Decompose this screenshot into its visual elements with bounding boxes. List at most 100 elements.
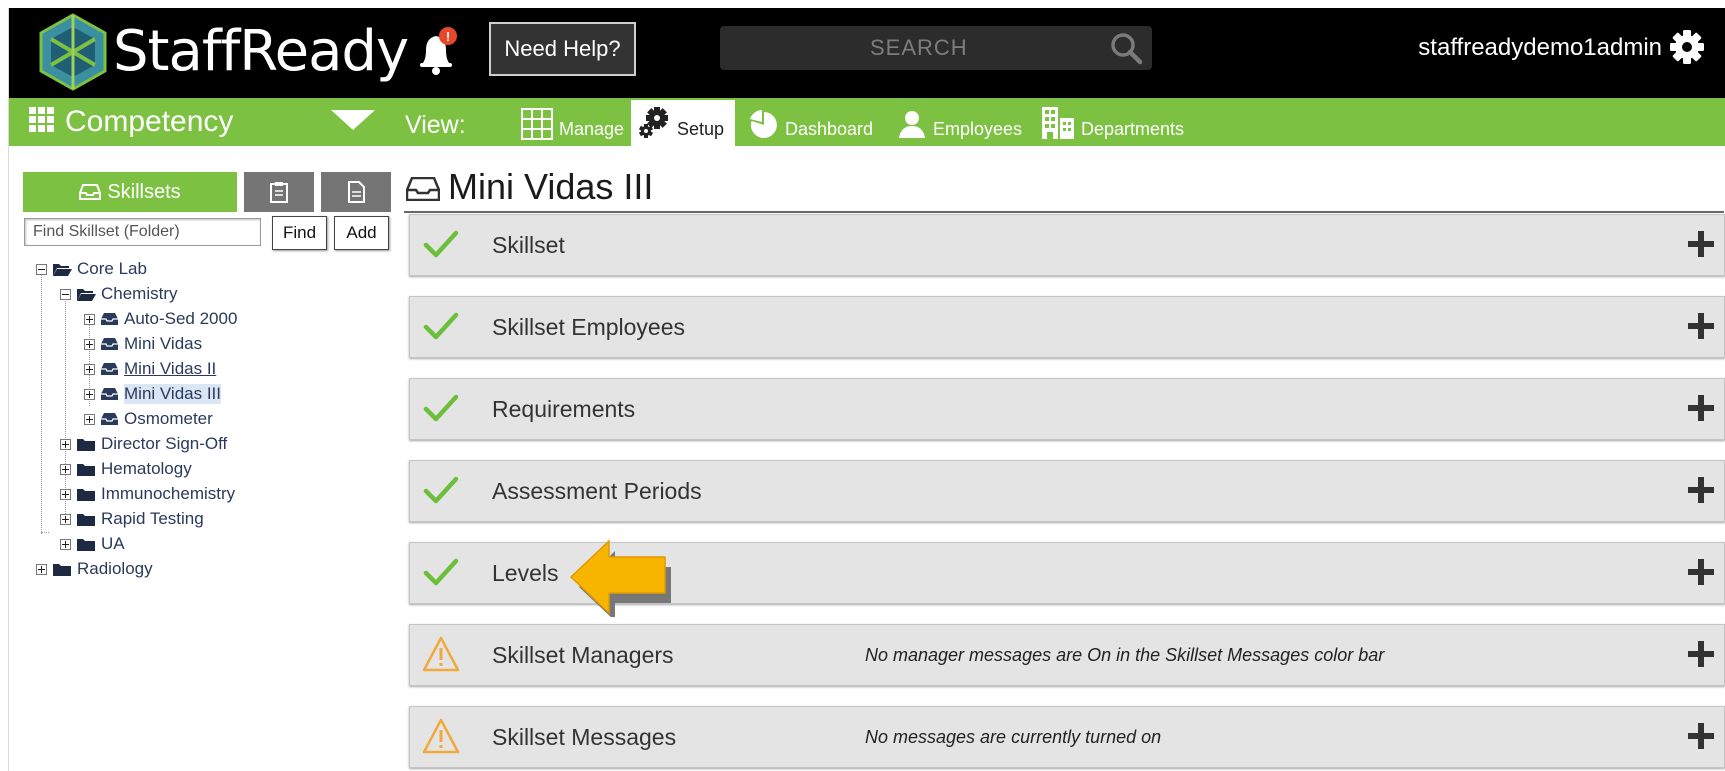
tab-setup[interactable]: Setup: [631, 100, 735, 146]
find-button[interactable]: Find: [272, 216, 327, 250]
tree-item-radiology[interactable]: Radiology: [36, 558, 153, 580]
inbox-icon: [79, 184, 102, 200]
folder-icon: [53, 563, 71, 576]
expand-plus-icon[interactable]: [1688, 475, 1714, 505]
expand-icon[interactable]: [84, 363, 95, 375]
expand-icon[interactable]: [84, 338, 95, 350]
inbox-icon: [101, 338, 118, 350]
search-input[interactable]: SEARCH: [870, 26, 968, 70]
grid-icon: [521, 108, 553, 140]
tree-item-label: Mini Vidas III: [124, 384, 222, 404]
section-assessment-periods[interactable]: Assessment Periods: [409, 460, 1725, 522]
tree-item-label: Core Lab: [77, 259, 147, 278]
clipboard-tab[interactable]: [244, 172, 314, 212]
tree-item-label: Chemistry: [101, 284, 178, 303]
tab-dashboard-label: Dashboard: [785, 119, 874, 139]
tab-employees[interactable]: Employees: [889, 100, 1031, 146]
tree-item-mini-vidas-iii[interactable]: Mini Vidas III: [84, 383, 222, 405]
add-button[interactable]: Add: [334, 216, 389, 250]
logo-text[interactable]: StaffReady: [113, 20, 409, 84]
section-title: Skillset Messages: [492, 724, 677, 750]
tree-item-osmometer[interactable]: Osmometer: [84, 408, 213, 430]
view-label: View:: [405, 111, 466, 139]
expand-plus-icon[interactable]: [1688, 229, 1714, 259]
folder-icon: [77, 488, 95, 501]
section-skillset-messages[interactable]: Skillset Messages No messages are current…: [409, 706, 1725, 768]
expand-icon[interactable]: [60, 538, 71, 550]
tree-item-auto-sed-2000[interactable]: Auto-Sed 2000: [84, 308, 237, 330]
collapse-icon[interactable]: [60, 288, 71, 300]
search-icon[interactable]: [1108, 30, 1144, 66]
section-skillset-employees[interactable]: Skillset Employees: [409, 296, 1725, 358]
document-icon: [348, 181, 365, 203]
expand-plus-icon[interactable]: [1688, 721, 1714, 751]
folder-icon: [77, 513, 95, 526]
apps-grid-icon[interactable]: [29, 107, 55, 133]
section-note: No manager messages are On in the Skills…: [865, 645, 1385, 665]
tree-item-mini-vidas[interactable]: Mini Vidas: [84, 333, 202, 355]
folder-open-icon: [53, 263, 72, 276]
tree-item-mini-vidas-ii[interactable]: Mini Vidas II: [84, 358, 216, 380]
expand-icon[interactable]: [60, 513, 71, 525]
inbox-icon: [101, 313, 118, 325]
expand-icon[interactable]: [60, 438, 71, 450]
warning-icon: [422, 636, 460, 672]
section-skillset-managers[interactable]: Skillset Managers No manager messages are…: [409, 624, 1725, 686]
tree-item-rapid-testing[interactable]: Rapid Testing: [60, 508, 204, 530]
find-skillset-input[interactable]: [24, 218, 261, 246]
tree-item-label: Radiology: [77, 559, 153, 578]
collapse-icon[interactable]: [36, 263, 47, 275]
tree-item-label: UA: [101, 534, 125, 553]
inbox-icon: [101, 363, 118, 375]
tree-item-chemistry[interactable]: Chemistry: [60, 283, 178, 305]
notification-badge: !: [446, 29, 450, 44]
tab-manage[interactable]: Manage: [513, 100, 631, 146]
pointer-arrow-icon: [569, 539, 671, 617]
expand-plus-icon[interactable]: [1688, 393, 1714, 423]
section-note: No messages are currently turned on: [865, 727, 1162, 747]
check-icon: [423, 230, 459, 258]
tree-item-ua[interactable]: UA: [60, 533, 125, 555]
folder-icon: [77, 463, 95, 476]
username[interactable]: staffreadydemo1admin: [1418, 28, 1662, 68]
expand-icon[interactable]: [84, 313, 95, 325]
expand-icon[interactable]: [60, 463, 71, 475]
check-icon: [423, 312, 459, 340]
tab-employees-label: Employees: [933, 119, 1023, 139]
app-title[interactable]: Competency: [65, 102, 233, 142]
expand-icon[interactable]: [84, 413, 95, 425]
tree-item-label: Director Sign-Off: [101, 434, 228, 453]
inbox-icon: [101, 413, 118, 425]
tree-item-label: Hematology: [101, 459, 192, 478]
inbox-icon: [406, 177, 440, 201]
gear-icon[interactable]: [1668, 28, 1706, 66]
section-title: Assessment Periods: [492, 478, 702, 504]
app-dropdown-icon[interactable]: [331, 110, 375, 130]
nav-bar: Competency View: Manage Setup Dashboard …: [9, 98, 1725, 146]
expand-plus-icon[interactable]: [1688, 311, 1714, 341]
expand-icon[interactable]: [36, 563, 47, 575]
expand-plus-icon[interactable]: [1688, 557, 1714, 587]
tab-departments[interactable]: Departments: [1033, 100, 1203, 146]
tree-item-director-sign-off[interactable]: Director Sign-Off: [60, 433, 227, 455]
tab-dashboard[interactable]: Dashboard: [741, 100, 881, 146]
tree-item-immunochemistry[interactable]: Immunochemistry: [60, 483, 235, 505]
expand-icon[interactable]: [84, 388, 95, 400]
section-title: Skillset Managers: [492, 642, 674, 668]
tree-item-hematology[interactable]: Hematology: [60, 458, 192, 480]
expand-icon[interactable]: [60, 488, 71, 500]
notification-bell-icon[interactable]: !: [414, 26, 460, 78]
section-skillset[interactable]: Skillset: [409, 214, 1725, 276]
section-requirements[interactable]: Requirements: [409, 378, 1725, 440]
need-help-button[interactable]: Need Help?: [489, 22, 636, 76]
tree-item-core-lab[interactable]: Core Lab: [36, 258, 147, 280]
warning-icon: [422, 718, 460, 754]
check-icon: [423, 394, 459, 422]
tab-manage-label: Manage: [559, 119, 625, 139]
document-tab[interactable]: [321, 172, 391, 212]
folder-open-icon: [77, 288, 96, 301]
skillsets-tab[interactable]: Skillsets: [23, 172, 237, 212]
search-box[interactable]: SEARCH: [720, 26, 1152, 70]
skillset-tree: Core Lab Chemistry Auto-Sed 2000 Mini Vidas…: [9, 258, 389, 598]
expand-plus-icon[interactable]: [1688, 639, 1714, 669]
